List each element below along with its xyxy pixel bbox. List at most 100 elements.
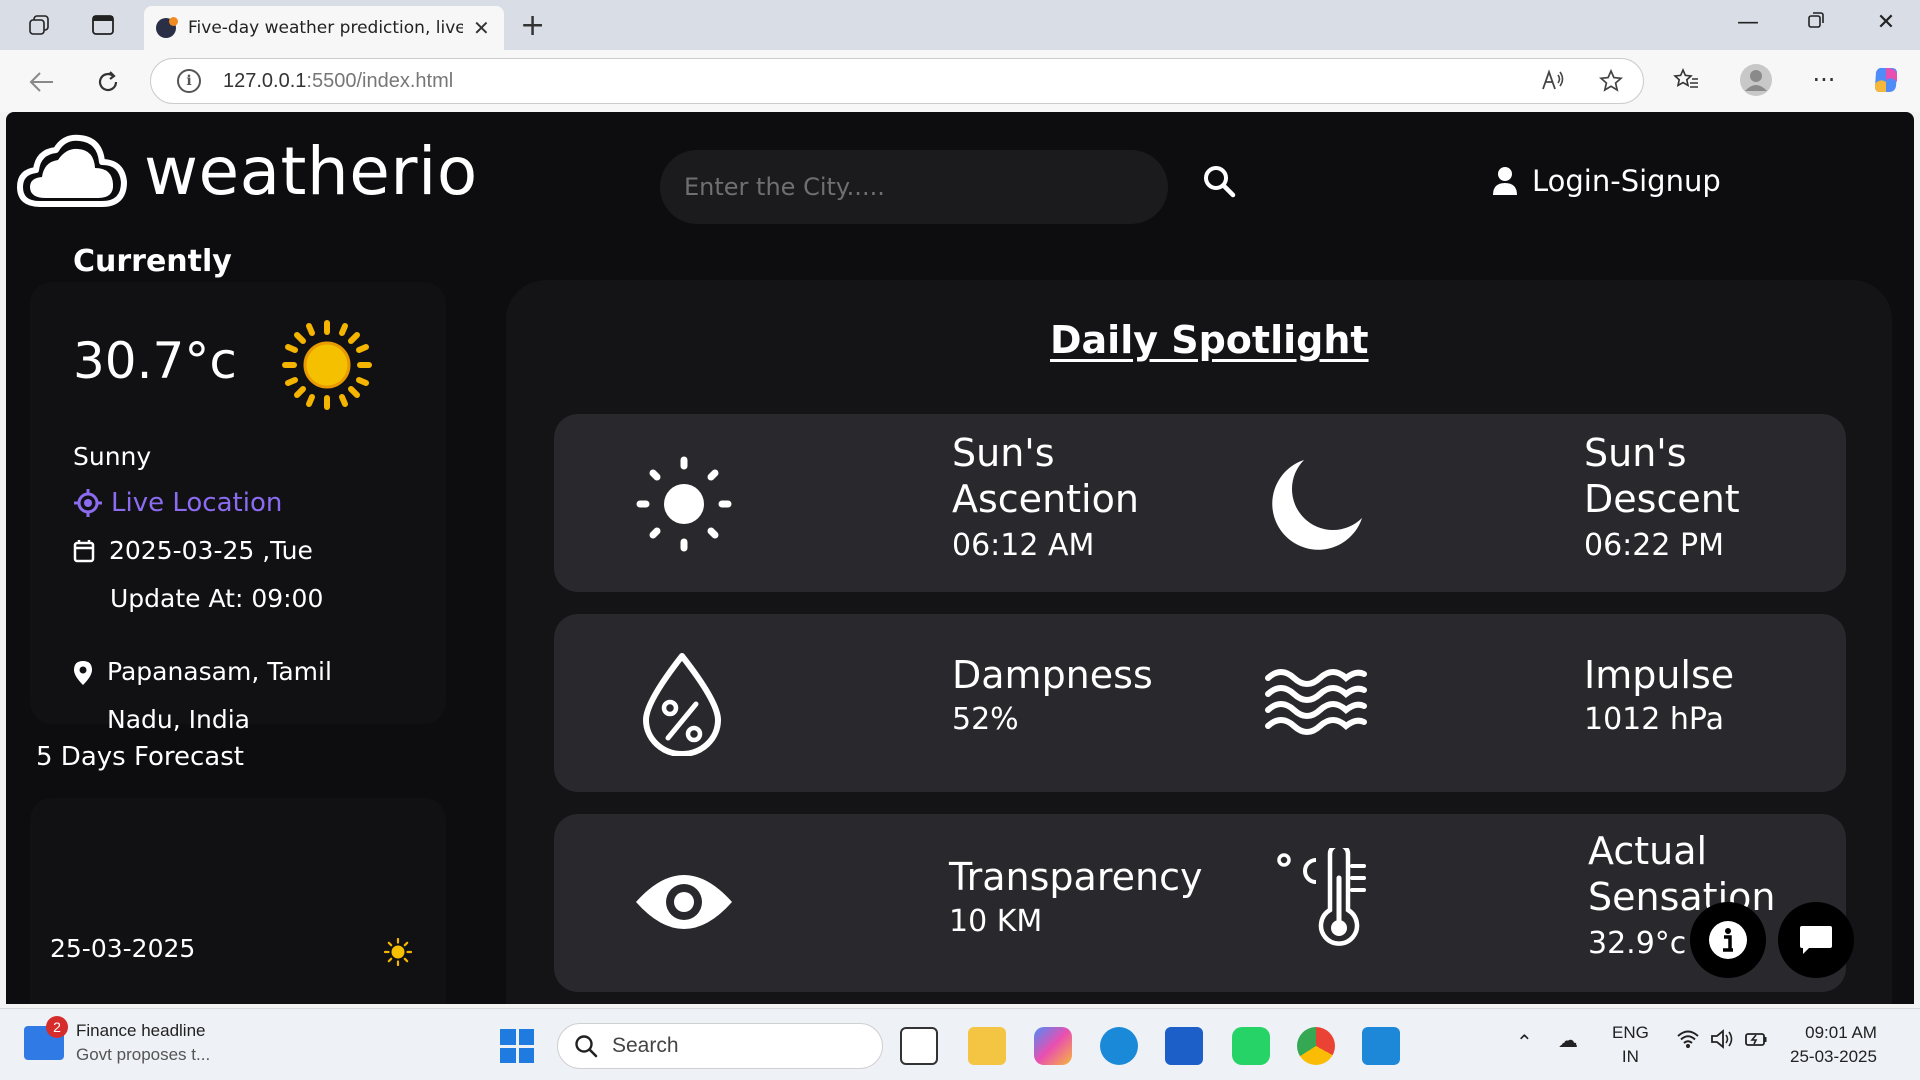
whatsapp-icon[interactable] <box>1232 1027 1270 1065</box>
live-location-label: Live Location <box>111 488 283 518</box>
feels-like-label: Actual Sensation <box>1588 829 1776 919</box>
current-temperature: 30.7°c <box>73 332 237 390</box>
date-text: 2025-03-25 ,Tue <box>109 536 313 565</box>
sunrise-value: 06:12 AM <box>952 528 1095 563</box>
system-clock[interactable]: 09:01 AM 25-03-2025 <box>1790 1021 1877 1069</box>
battery-icon[interactable] <box>1744 1029 1768 1055</box>
app-logo[interactable]: weatherio <box>16 132 478 210</box>
visibility-feels-row: Transparency 10 KM Actual Sensation 32.9… <box>554 814 1846 992</box>
sunset-value: 06:22 PM <box>1584 528 1724 563</box>
spotlight-heading: Daily Spotlight <box>1050 318 1369 362</box>
read-aloud-icon[interactable] <box>1541 69 1565 99</box>
crosshair-icon <box>74 489 102 517</box>
os-taskbar: 2 Finance headline Govt proposes t... Se… <box>0 1008 1920 1080</box>
search-icon[interactable] <box>1202 164 1242 204</box>
forecast-card <box>30 798 446 1004</box>
back-icon[interactable] <box>24 64 60 100</box>
currently-heading: Currently <box>73 244 232 279</box>
onedrive-icon[interactable]: ☁ <box>1558 1029 1578 1053</box>
taskbar-search[interactable]: Search <box>557 1023 883 1069</box>
feels-like-value: 32.9°c <box>1588 926 1687 961</box>
weather-favicon-icon <box>156 17 178 38</box>
city-search-input[interactable] <box>660 150 1168 224</box>
user-icon <box>1493 167 1517 195</box>
vertical-tabs-icon[interactable] <box>90 12 116 38</box>
humidity-pressure-row: Dampness 52% Impulse 1012 hPa <box>554 614 1846 792</box>
calendar-icon <box>73 539 95 562</box>
favorite-star-icon[interactable] <box>1598 68 1624 99</box>
visibility-label: Transparency <box>949 855 1203 899</box>
url-field[interactable]: i 127.0.0.1:5500/index.html <box>150 58 1644 104</box>
current-location: Papanasam, Tamil Nadu, India <box>73 648 367 744</box>
close-window-icon[interactable]: ✕ <box>1866 10 1906 35</box>
weather-condition: Sunny <box>73 442 152 471</box>
copilot-app-icon[interactable] <box>1034 1027 1072 1065</box>
vscode-icon[interactable] <box>1362 1027 1400 1065</box>
news-widget-icon: 2 <box>24 1016 68 1060</box>
news-widget[interactable]: 2 Finance headline Govt proposes t... <box>24 1016 211 1067</box>
forecast-date: 25-03-2025 <box>50 934 196 963</box>
refresh-icon[interactable] <box>90 64 126 100</box>
workspaces-icon[interactable] <box>26 12 52 38</box>
address-bar: i 127.0.0.1:5500/index.html ··· <box>0 50 1920 112</box>
file-explorer-icon[interactable] <box>968 1027 1006 1065</box>
login-signup-button[interactable]: Login-Signup <box>1492 164 1721 198</box>
edge-browser-icon[interactable] <box>1100 1027 1138 1065</box>
info-button[interactable] <box>1690 902 1766 978</box>
pressure-label: Impulse <box>1584 653 1735 697</box>
more-options-icon[interactable]: ··· <box>1804 60 1844 100</box>
region-code: IN <box>1621 1047 1639 1066</box>
moon-icon <box>1264 454 1368 562</box>
news-title: Finance headline <box>76 1021 206 1040</box>
humidity-label: Dampness <box>952 653 1153 697</box>
show-hidden-icons-icon[interactable]: ⌃ <box>1516 1031 1533 1055</box>
chat-button[interactable] <box>1778 902 1854 978</box>
profile-avatar[interactable] <box>1736 60 1776 100</box>
site-info-icon[interactable]: i <box>177 69 201 93</box>
weather-app-page: weatherio Login-Signup Currently 30.7°c … <box>6 112 1914 1004</box>
forecast-sun-icon <box>383 937 413 970</box>
tab-title: Five-day weather prediction, live w <box>188 18 463 38</box>
map-pin-icon <box>74 661 92 685</box>
forecast-heading: 5 Days Forecast <box>36 742 244 772</box>
clock-date: 25-03-2025 <box>1790 1047 1877 1066</box>
logo-text: weatherio <box>144 132 478 210</box>
microsoft-store-icon[interactable] <box>1165 1027 1203 1065</box>
volume-icon[interactable] <box>1710 1029 1734 1055</box>
url-path: :5500/index.html <box>306 69 454 92</box>
url-text: 127.0.0.1:5500/index.html <box>223 70 453 93</box>
chat-icon <box>1800 926 1832 954</box>
url-actions <box>1541 68 1624 99</box>
language-indicator[interactable]: ENG IN <box>1612 1021 1649 1069</box>
close-tab-icon[interactable]: ✕ <box>473 16 490 40</box>
search-glass-icon <box>575 1035 598 1058</box>
windows-start-icon[interactable] <box>500 1029 534 1063</box>
copilot-icon[interactable] <box>1866 60 1906 100</box>
chrome-icon[interactable] <box>1297 1027 1335 1065</box>
visibility-value: 10 KM <box>949 904 1043 939</box>
wave-icon <box>1264 664 1368 744</box>
restore-icon[interactable] <box>1796 10 1836 35</box>
update-time: Update At: 09:00 <box>110 584 324 613</box>
login-label: Login-Signup <box>1532 164 1721 198</box>
task-view-icon[interactable] <box>900 1027 938 1065</box>
minimize-icon[interactable]: — <box>1728 10 1768 35</box>
current-date: 2025-03-25 ,Tue <box>73 536 313 565</box>
wifi-icon[interactable] <box>1676 1029 1700 1055</box>
thermometer-icon <box>1274 842 1374 956</box>
news-subtitle: Govt proposes t... <box>76 1045 211 1064</box>
info-icon <box>1709 921 1747 959</box>
clock-time: 09:01 AM <box>1805 1023 1877 1042</box>
browser-tab[interactable]: Five-day weather prediction, live w ✕ <box>144 6 504 50</box>
new-tab-icon[interactable]: + <box>520 8 545 43</box>
eye-icon <box>634 870 734 938</box>
humidity-value: 52% <box>952 702 1019 737</box>
taskbar-search-label: Search <box>612 1034 679 1057</box>
cloud-logo-icon <box>17 134 127 207</box>
pressure-value: 1012 hPa <box>1584 702 1725 737</box>
favorites-icon[interactable] <box>1666 60 1706 100</box>
humidity-drop-icon <box>640 652 724 760</box>
sunrise-label: Sun's Ascention <box>952 431 1139 521</box>
browser-titlebar: Five-day weather prediction, live w ✕ + … <box>0 0 1920 50</box>
live-location-button[interactable]: Live Location <box>73 488 282 518</box>
